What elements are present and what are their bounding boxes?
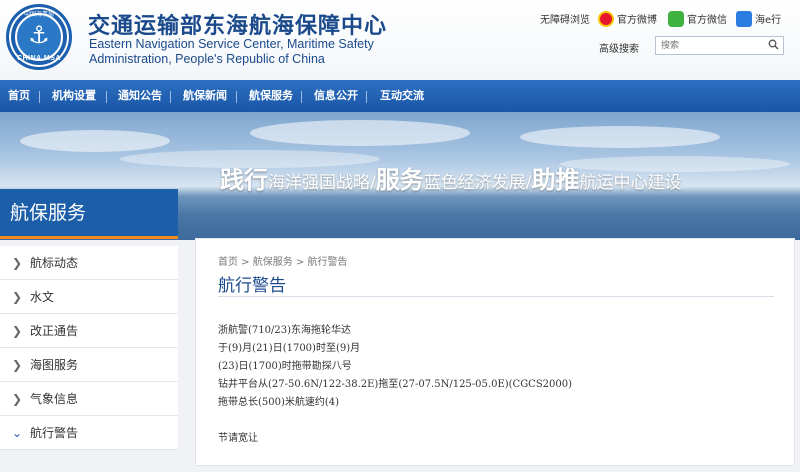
weibo-label: 官方微博 [617,15,657,26]
banner-slogan: 践行海洋强国战略/服务蓝色经济发展/助推航运中心建设 [220,160,681,195]
chevron-down-icon: ⌄ [12,426,23,440]
slogan-word: 践行 [220,166,268,194]
org-name-en-line2: Administration, People's Republic of Chi… [89,52,325,66]
slogan-text: 蓝色经济发展/ [423,173,532,193]
logo-emblem: ⚓ [15,13,63,61]
china-msa-logo[interactable]: ⚓ 中国海事局 CHINA MSA [6,4,72,70]
chevron-right-icon: ❯ [12,392,23,406]
slogan-word: 服务 [375,166,424,194]
warning-text-line: (23)日(1700)时拖带勘探八号 [218,361,352,372]
nav-divider [366,91,367,103]
chevron-right-icon: ❯ [12,358,23,372]
warning-text-line: 钻井平台从(27-50.6N/122-38.2E)拖至(27-07.5N/125… [218,379,573,390]
nav-divider [301,91,302,103]
sidebar-item-hydrology[interactable]: ❯ 水文 [0,280,178,314]
nav-disclosure[interactable]: 信息公开 [314,80,358,112]
warning-text-line: 拖带总长(500)米航速约(4) [218,397,340,408]
org-name-en-line1: Eastern Navigation Service Center, Marit… [89,37,374,51]
weibo-link[interactable]: 官方微博 [598,11,657,32]
nav-organization[interactable]: 机构设置 [52,80,96,112]
chevron-right-icon: ❯ [12,290,23,304]
slogan-word: 助推 [531,166,580,194]
sidebar-item-corrections[interactable]: ❯ 改正通告 [0,314,178,348]
breadcrumb[interactable]: 首页 > 航保服务 > 航行警告 [218,253,347,268]
sidebar-item-label: 海图服务 [30,358,79,372]
logo-text: CHINA MSA [17,55,61,62]
sidebar-accent-bar [0,236,178,239]
sidebar-item-weather[interactable]: ❯ 气象信息 [0,382,178,416]
warning-text-line: 于(9)月(21)日(1700)时至(9)月 [218,343,361,354]
accessibility-link[interactable]: 无障碍浏览 [540,12,590,32]
chevron-right-icon: ❯ [12,324,23,338]
sidebar-item-label: 改正通告 [30,324,79,338]
search-input[interactable] [655,36,784,55]
slogan-text: 海洋强国战略/ [268,173,376,193]
sidebar-item-label: 航标动态 [30,256,79,270]
sidebar-item-label: 气象信息 [30,392,79,406]
site-header: ⚓ 中国海事局 CHINA MSA 交通运输部东海航海保障中心 Eastern … [0,0,800,80]
chevron-right-icon: ❯ [12,256,23,270]
content-panel: 首页 > 航保服务 > 航行警告 航行警告 浙航警(710/23)东海拖轮华达 … [195,238,795,466]
app-label: 海e行 [755,15,782,26]
warning-text-line: 节请宽让 [218,433,258,444]
app-link[interactable]: 海e行 [736,11,782,32]
advanced-search-link[interactable]: 高级搜索 [599,40,639,55]
nav-divider [170,91,171,103]
sidebar-item-chart-services[interactable]: ❯ 海图服务 [0,348,178,382]
cloud-decoration [250,120,470,146]
nav-divider [106,91,107,103]
sidebar-item-navigation-warnings[interactable]: ⌄ 航行警告 [0,416,178,450]
cloud-decoration [520,126,720,148]
page-title: 航行警告 [218,276,286,296]
org-name-cn: 交通运输部东海航海保障中心 [88,14,388,39]
sidebar-item-label: 航行警告 [30,426,79,440]
slogan-text: 航运中心建设 [579,173,682,193]
nav-home[interactable]: 首页 [8,80,30,112]
wechat-label: 官方微信 [687,15,727,26]
nav-divider [236,91,237,103]
wechat-link[interactable]: 官方微信 [668,11,727,32]
nav-divider [39,91,40,103]
search-button[interactable] [768,39,779,53]
nav-services[interactable]: 航保服务 [249,80,293,112]
search-icon [768,39,779,50]
weibo-icon [598,11,614,27]
wechat-icon [668,11,684,27]
compass-app-icon [736,11,752,27]
main-nav: 首页 机构设置 通知公告 航保新闻 航保服务 信息公开 互动交流 [0,80,800,112]
sidebar-title: 航保服务 [0,189,178,237]
nav-interaction[interactable]: 互动交流 [380,80,424,112]
logo-text-top: 中国海事局 [23,11,54,18]
warning-text-line: 浙航警(710/23)东海拖轮华达 [218,325,351,336]
title-divider [218,296,774,297]
anchor-icon: ⚓ [28,21,50,49]
sidebar-item-label: 水文 [30,290,55,304]
cloud-decoration [20,130,170,152]
nav-news[interactable]: 航保新闻 [183,80,227,112]
sidebar-item-beacon-status[interactable]: ❯ 航标动态 [0,246,178,280]
nav-notices[interactable]: 通知公告 [118,80,162,112]
